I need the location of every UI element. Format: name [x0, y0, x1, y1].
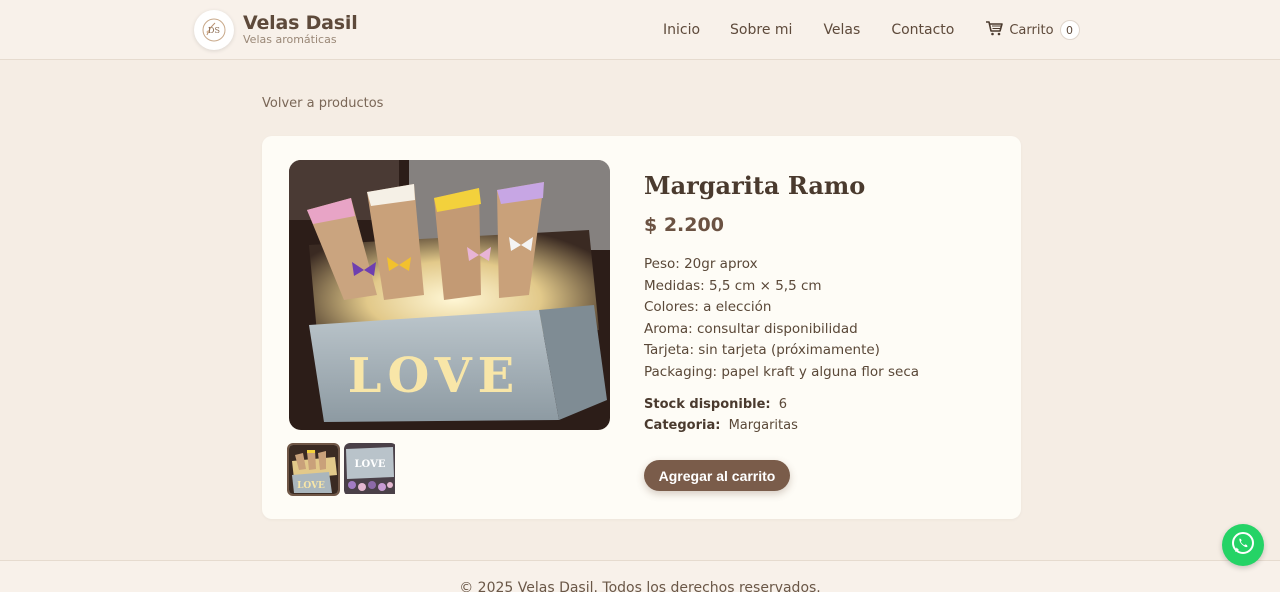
site-header: DS Velas Dasil Velas aromáticas Inicio S… — [0, 0, 1280, 60]
logo-initials: DS — [208, 26, 220, 35]
thumb-2-love-text: LOVE — [355, 459, 386, 470]
nav-velas[interactable]: Velas — [823, 22, 860, 38]
image-love-text: LOVE — [348, 348, 521, 404]
detail-colors: Colores: a elección — [644, 299, 772, 316]
stock-row: Stock disponible: 6 — [644, 394, 1004, 416]
cart-icon — [985, 20, 1004, 40]
whatsapp-button[interactable] — [1222, 524, 1264, 566]
detail-aroma: Aroma: consultar disponibilidad — [644, 320, 858, 337]
product-title: Margarita Ramo — [644, 171, 866, 200]
logo-icon: DS — [194, 10, 234, 50]
detail-card: Tarjeta: sin tarjeta (próximamente) — [644, 342, 880, 359]
thumb-1-love-text: LOVE — [297, 481, 325, 491]
site-footer: © 2025 Velas Dasil. Todos los derechos r… — [0, 560, 1280, 592]
cart-button[interactable]: Carrito 0 — [985, 20, 1080, 40]
product-meta: Stock disponible: 6 Categoria: Margarita… — [644, 394, 1004, 437]
brand-name: Velas Dasil — [243, 12, 358, 34]
nav-inicio[interactable]: Inicio — [663, 22, 700, 38]
thumbnail-gallery: LOVE LOVE — [287, 443, 401, 496]
category-label: Categoria: — [644, 418, 721, 434]
thumbnail-1[interactable]: LOVE — [287, 443, 340, 496]
category-value: Margaritas — [728, 418, 798, 434]
product-main-image: LOVE — [289, 160, 610, 430]
nav-contacto[interactable]: Contacto — [891, 22, 954, 38]
add-to-cart-button[interactable]: Agregar al carrito — [644, 460, 790, 491]
brand-tagline: Velas aromáticas — [243, 33, 337, 46]
footer-copyright: © 2025 Velas Dasil. Todos los derechos r… — [459, 580, 821, 592]
category-row: Categoria: Margaritas — [644, 415, 1004, 437]
product-price: $ 2.200 — [644, 214, 724, 236]
cart-count-badge: 0 — [1059, 20, 1080, 40]
nav-sobre-mi[interactable]: Sobre mi — [730, 22, 792, 38]
product-info: Margarita Ramo $ 2.200 Peso: 20gr aprox … — [644, 170, 1004, 437]
whatsapp-icon — [1230, 530, 1256, 560]
cart-label: Carrito — [1009, 22, 1054, 38]
detail-packaging: Packaging: papel kraft y alguna flor sec… — [644, 363, 920, 380]
logo-link[interactable]: DS Velas Dasil Velas aromáticas — [194, 10, 358, 50]
detail-size: Medidas: 5,5 cm × 5,5 cm — [644, 277, 822, 294]
back-to-products-link[interactable]: Volver a productos — [262, 96, 383, 111]
main-nav: Inicio Sobre mi Velas Contacto Carrito 0 — [663, 20, 1080, 40]
thumbnail-2[interactable]: LOVE — [344, 443, 397, 496]
product-card: LOVE LOVE LOVE Margarita Ramo $ 2.200 Pe… — [262, 136, 1021, 519]
stock-value: 6 — [778, 396, 788, 412]
detail-weight: Peso: 20gr aprox — [644, 256, 758, 272]
stock-label: Stock disponible: — [644, 396, 771, 412]
product-details: Peso: 20gr aprox Medidas: 5,5 cm × 5,5 c… — [644, 254, 1004, 384]
